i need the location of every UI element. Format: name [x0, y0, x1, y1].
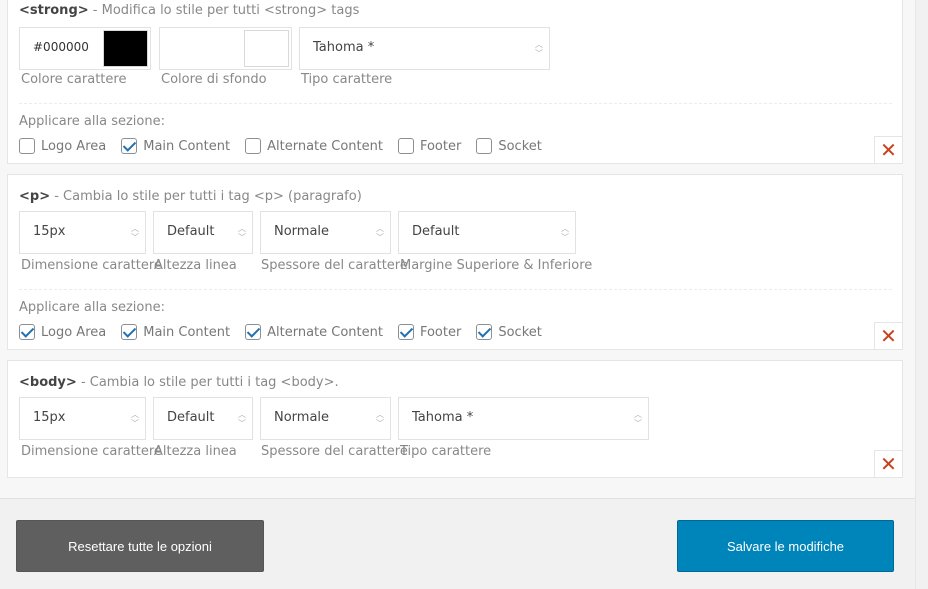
rule-tag: <body>	[19, 375, 77, 390]
rule-tag: <p>	[19, 189, 51, 204]
font-size-label: Dimensione carattere	[21, 444, 162, 459]
checkbox-socket[interactable]: Socket	[476, 138, 542, 154]
checkmark-icon[interactable]	[121, 324, 138, 340]
font-size-label: Dimensione carattere	[21, 258, 162, 273]
font-weight-select[interactable]: Normale ︿ ﹀	[260, 211, 391, 254]
checkmark-icon[interactable]	[476, 324, 493, 340]
line-height-value: Default	[167, 224, 215, 239]
save-changes-button[interactable]: Salvare le modifiche	[677, 520, 894, 572]
checkbox-label: Socket	[498, 138, 542, 154]
margin-value: Default	[412, 224, 460, 239]
checkbox-alternate-content[interactable]: Alternate Content	[245, 138, 383, 154]
line-height-label: Altezza linea	[154, 258, 237, 273]
divider	[19, 103, 892, 104]
text-color-value: #000000	[33, 40, 89, 54]
checkbox-main-content[interactable]: Main Content	[121, 138, 230, 154]
checkbox-footer[interactable]: Footer	[397, 324, 462, 340]
checkbox-main-content[interactable]: Main Content	[121, 324, 230, 340]
section-checkboxes: Logo Area Main Content Alternate Content…	[19, 324, 557, 340]
checkbox-logo-area[interactable]: Logo Area	[19, 138, 106, 154]
up-down-chevron-icon: ︿ ﹀	[535, 40, 543, 58]
divider	[19, 289, 892, 290]
font-weight-label: Spessore del carattere	[261, 444, 408, 459]
close-icon[interactable]: ✕	[874, 450, 903, 478]
text-color-label: Colore carattere	[21, 72, 127, 87]
checkbox-box[interactable]	[19, 138, 35, 154]
checkbox-label: Logo Area	[41, 324, 107, 340]
styling-options-area: <strong> - Modifica lo stile per tutti <…	[0, 0, 915, 499]
scrollbar[interactable]	[915, 0, 928, 589]
font-family-value: Tahoma *	[313, 40, 375, 55]
apply-to-section-label: Applicare alla sezione:	[19, 114, 165, 129]
font-family-select[interactable]: Tahoma * ︿ ﹀	[398, 397, 649, 440]
background-color-label: Colore di sfondo	[161, 72, 267, 87]
checkbox-label: Footer	[419, 324, 462, 340]
text-color-field[interactable]: #000000	[19, 27, 151, 70]
up-down-chevron-icon: ︿ ﹀	[238, 410, 246, 428]
font-size-value: 15px	[33, 410, 66, 425]
checkmark-icon[interactable]	[397, 324, 414, 340]
font-family-select[interactable]: Tahoma * ︿ ﹀	[299, 27, 550, 70]
background-color-field[interactable]	[159, 27, 292, 70]
section-checkboxes: Logo Area Main Content Alternate Content…	[19, 138, 557, 154]
checkbox-label: Logo Area	[41, 138, 107, 154]
margin-label: Margine Superiore & Inferiore	[400, 258, 593, 273]
font-weight-value: Normale	[274, 224, 330, 239]
text-color-swatch[interactable]	[103, 30, 148, 67]
checkbox-logo-area[interactable]: Logo Area	[19, 324, 106, 340]
checkbox-box[interactable]	[245, 138, 262, 154]
font-family-label: Tipo carattere	[400, 444, 492, 459]
rule-tag: <strong>	[19, 3, 89, 18]
up-down-chevron-icon: ︿ ﹀	[634, 410, 642, 428]
rule-description: - Cambia lo stile per tutti i tag <p> (p…	[50, 189, 362, 204]
line-height-label: Altezza linea	[154, 444, 237, 459]
up-down-chevron-icon: ︿ ﹀	[238, 224, 246, 242]
rule-description: - Modifica lo stile per tutti <strong> t…	[88, 3, 360, 18]
apply-to-section-label: Applicare alla sezione:	[19, 300, 165, 315]
close-icon[interactable]: ✕	[874, 322, 903, 350]
line-height-select[interactable]: Default ︿ ﹀	[153, 397, 253, 440]
close-icon[interactable]: ✕	[874, 136, 903, 164]
up-down-chevron-icon: ︿ ﹀	[561, 224, 569, 242]
checkbox-label: Alternate Content	[267, 324, 383, 340]
checkmark-icon[interactable]	[19, 324, 35, 340]
checkbox-label: Footer	[419, 138, 462, 154]
checkmark-icon[interactable]	[121, 138, 138, 154]
style-rule-body: <body> - Cambia lo stile per tutti i tag…	[7, 360, 903, 478]
checkbox-footer[interactable]: Footer	[397, 138, 462, 154]
checkbox-socket[interactable]: Socket	[476, 324, 542, 340]
line-height-select[interactable]: Default ︿ ﹀	[153, 211, 253, 254]
up-down-chevron-icon: ︿ ﹀	[376, 224, 384, 242]
font-weight-value: Normale	[274, 410, 330, 425]
checkbox-box[interactable]	[476, 138, 493, 154]
line-height-value: Default	[167, 410, 215, 425]
font-size-select[interactable]: 15px ︿ ﹀	[19, 397, 146, 440]
font-size-value: 15px	[33, 224, 66, 239]
checkbox-label: Alternate Content	[267, 138, 383, 154]
font-weight-label: Spessore del carattere	[261, 258, 408, 273]
margin-select[interactable]: Default ︿ ﹀	[398, 211, 576, 254]
up-down-chevron-icon: ︿ ﹀	[376, 410, 384, 428]
rule-heading: <strong> - Modifica lo stile per tutti <…	[19, 3, 359, 18]
up-down-chevron-icon: ︿ ﹀	[131, 410, 139, 428]
checkbox-label: Socket	[498, 324, 542, 340]
background-color-swatch[interactable]	[244, 30, 289, 67]
checkbox-label: Main Content	[143, 324, 231, 340]
checkbox-alternate-content[interactable]: Alternate Content	[245, 324, 383, 340]
style-rule-strong: <strong> - Modifica lo stile per tutti <…	[7, 0, 903, 164]
rule-heading: <p> - Cambia lo stile per tutti i tag <p…	[19, 189, 362, 204]
font-family-label: Tipo carattere	[301, 72, 393, 87]
style-rule-p: <p> - Cambia lo stile per tutti i tag <p…	[7, 174, 903, 350]
font-size-select[interactable]: 15px ︿ ﹀	[19, 211, 146, 254]
checkbox-label: Main Content	[143, 138, 231, 154]
font-family-value: Tahoma *	[412, 410, 474, 425]
up-down-chevron-icon: ︿ ﹀	[131, 224, 139, 242]
checkmark-icon[interactable]	[245, 324, 262, 340]
reset-all-options-button[interactable]: Resettare tutte le opzioni	[16, 520, 264, 572]
checkbox-box[interactable]	[397, 138, 414, 154]
rule-heading: <body> - Cambia lo stile per tutti i tag…	[19, 375, 339, 390]
font-weight-select[interactable]: Normale ︿ ﹀	[260, 397, 391, 440]
rule-description: - Cambia lo stile per tutti i tag <body>…	[76, 375, 339, 390]
